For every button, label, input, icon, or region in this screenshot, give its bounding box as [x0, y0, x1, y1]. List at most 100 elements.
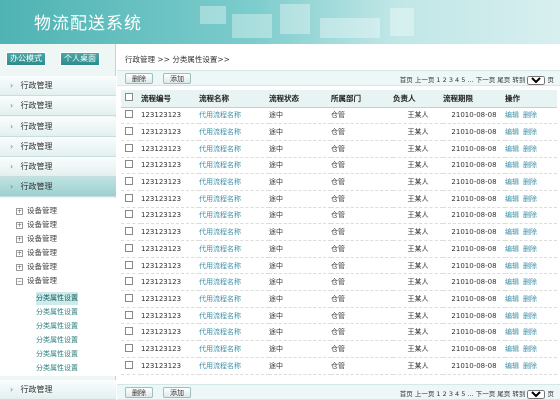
edit-link[interactable]: 编辑: [505, 245, 519, 253]
row-checkbox[interactable]: [125, 260, 133, 269]
flow-name-cell[interactable]: 代用流程名称: [199, 273, 269, 292]
row-checkbox[interactable]: [125, 327, 133, 336]
delete-link[interactable]: 删除: [523, 161, 537, 169]
delete-link[interactable]: 删除: [523, 345, 537, 353]
row-checkbox[interactable]: [125, 243, 133, 252]
table-row[interactable]: 123123123 代用流程名称 途中 仓管 王某人 21010-08-08 编辑 删除: [121, 140, 557, 158]
delete-link[interactable]: 删除: [523, 312, 537, 320]
row-checkbox[interactable]: [125, 177, 133, 186]
table-row[interactable]: 123123123 代用流程名称 途中 仓管 王某人 21010-08-08 编辑 删除: [121, 157, 557, 175]
expand-icon[interactable]: +: [16, 207, 23, 215]
tree-item-equipment[interactable]: + 设备管理: [16, 246, 57, 260]
row-checkbox[interactable]: [125, 193, 133, 202]
edit-link[interactable]: 编辑: [505, 328, 519, 336]
delete-link[interactable]: 删除: [523, 178, 537, 186]
table-row[interactable]: 123123123 代用流程名称 途中 仓管 王某人 21010-08-08 编辑 删除: [121, 340, 557, 358]
tree-item-equipment[interactable]: + 设备管理: [16, 232, 57, 246]
edit-link[interactable]: 编辑: [505, 362, 519, 370]
table-row[interactable]: 123123123 代用流程名称 途中 仓管 王某人 21010-08-08 编辑 删除: [121, 123, 557, 141]
pagination-links[interactable]: 首页 上一页 1 2 3 4 5 ... 下一页 尾页 转到: [400, 76, 526, 84]
sub-item-category-settings[interactable]: 分类属性设置: [36, 362, 78, 375]
flow-name-cell[interactable]: 代用流程名称: [199, 157, 269, 175]
delete-button[interactable]: 删除: [125, 73, 153, 84]
flow-name-cell[interactable]: 代用流程名称: [199, 190, 269, 208]
flow-name-cell[interactable]: 代用流程名称: [199, 123, 269, 141]
flow-name-cell[interactable]: 代用流程名称: [199, 223, 269, 241]
tree-item-equipment[interactable]: + 设备管理: [16, 204, 57, 218]
flow-name-cell[interactable]: 代用流程名称: [199, 257, 269, 275]
edit-link[interactable]: 编辑: [505, 345, 519, 353]
delete-link[interactable]: 删除: [523, 128, 537, 136]
tree-item-equipment[interactable]: − 设备管理: [16, 274, 57, 288]
add-button[interactable]: 添加: [163, 387, 191, 398]
row-checkbox[interactable]: [125, 110, 133, 119]
delete-link[interactable]: 删除: [523, 245, 537, 253]
tree-item-equipment[interactable]: + 设备管理: [16, 218, 57, 232]
page-select[interactable]: 1: [527, 76, 546, 85]
row-checkbox[interactable]: [125, 127, 133, 136]
delete-link[interactable]: 删除: [523, 111, 537, 119]
delete-link[interactable]: 删除: [523, 211, 537, 219]
edit-link[interactable]: 编辑: [505, 295, 519, 303]
flow-name-cell[interactable]: 代用流程名称: [199, 340, 269, 358]
row-checkbox[interactable]: [125, 343, 133, 352]
edit-link[interactable]: 编辑: [505, 111, 519, 119]
delete-link[interactable]: 删除: [523, 228, 537, 236]
edit-link[interactable]: 编辑: [505, 195, 519, 203]
sidebar-item-admin[interactable]: › 行政管理: [0, 157, 116, 177]
add-button[interactable]: 添加: [163, 73, 191, 84]
expand-icon[interactable]: +: [16, 249, 23, 257]
office-mode-button[interactable]: 办公模式: [6, 52, 46, 66]
row-checkbox[interactable]: [125, 293, 133, 302]
flow-name-cell[interactable]: 代用流程名称: [199, 290, 269, 308]
delete-link[interactable]: 删除: [523, 278, 537, 286]
edit-link[interactable]: 编辑: [505, 228, 519, 236]
delete-link[interactable]: 删除: [523, 195, 537, 203]
flow-name-cell[interactable]: 代用流程名称: [199, 323, 269, 342]
sidebar-item-admin[interactable]: › 行政管理: [0, 96, 116, 116]
row-checkbox[interactable]: [125, 310, 133, 319]
flow-name-cell[interactable]: 代用流程名称: [199, 207, 269, 225]
edit-link[interactable]: 编辑: [505, 128, 519, 136]
expand-icon[interactable]: +: [16, 235, 23, 243]
sub-item-category-settings[interactable]: 分类属性设置: [36, 348, 78, 361]
sub-item-category-settings[interactable]: 分类属性设置: [36, 292, 78, 305]
sidebar-item-admin-bottom[interactable]: › 行政管理: [0, 380, 116, 400]
table-row[interactable]: 123123123 代用流程名称 途中 仓管 王某人 21010-08-08 编辑 删除: [121, 290, 557, 308]
sub-item-category-settings[interactable]: 分类属性设置: [36, 320, 78, 333]
flow-name-cell[interactable]: 代用流程名称: [199, 307, 269, 325]
table-row[interactable]: 123123123 代用流程名称 途中 仓管 王某人 21010-08-08 编辑 删除: [121, 273, 557, 292]
flow-name-cell[interactable]: 代用流程名称: [199, 240, 269, 258]
row-checkbox[interactable]: [125, 360, 133, 369]
sidebar-item-admin[interactable]: › 行政管理: [0, 117, 116, 137]
expand-icon[interactable]: +: [16, 221, 23, 229]
row-checkbox[interactable]: [125, 143, 133, 152]
row-checkbox[interactable]: [125, 210, 133, 219]
table-row[interactable]: 123123123 代用流程名称 途中 仓管 王某人 21010-08-08 编辑 删除: [121, 307, 557, 325]
table-row[interactable]: 123123123 代用流程名称 途中 仓管 王某人 21010-08-08 编辑 删除: [121, 173, 557, 191]
flow-name-cell[interactable]: 代用流程名称: [199, 173, 269, 191]
edit-link[interactable]: 编辑: [505, 262, 519, 270]
table-row[interactable]: 123123123 代用流程名称 途中 仓管 王某人 21010-08-08 编辑 删除: [121, 323, 557, 342]
sidebar-item-admin[interactable]: › 行政管理: [0, 137, 116, 157]
edit-link[interactable]: 编辑: [505, 145, 519, 153]
pagination-links[interactable]: 首页 上一页 1 2 3 4 5 ... 下一页 尾页 转到: [400, 390, 526, 398]
select-all-checkbox[interactable]: [125, 93, 133, 102]
delete-link[interactable]: 删除: [523, 328, 537, 336]
sub-item-category-settings[interactable]: 分类属性设置: [36, 306, 78, 319]
table-row[interactable]: 123123123 代用流程名称 途中 仓管 王某人 21010-08-08 编辑 删除: [121, 357, 557, 375]
edit-link[interactable]: 编辑: [505, 161, 519, 169]
sidebar-item-admin[interactable]: › 行政管理: [0, 76, 116, 96]
expand-icon[interactable]: +: [16, 263, 23, 271]
row-checkbox[interactable]: [125, 227, 133, 236]
flow-name-cell[interactable]: 代用流程名称: [199, 107, 269, 125]
table-row[interactable]: 123123123 代用流程名称 途中 仓管 王某人 21010-08-08 编辑 删除: [121, 223, 557, 241]
table-row[interactable]: 123123123 代用流程名称 途中 仓管 王某人 21010-08-08 编辑 删除: [121, 107, 557, 125]
table-row[interactable]: 123123123 代用流程名称 途中 仓管 王某人 21010-08-08 编辑 删除: [121, 257, 557, 275]
sidebar-item-admin-active[interactable]: › 行政管理: [0, 177, 116, 197]
row-checkbox[interactable]: [125, 160, 133, 169]
collapse-icon[interactable]: −: [16, 277, 23, 285]
flow-name-cell[interactable]: 代用流程名称: [199, 357, 269, 375]
personal-desktop-button[interactable]: 个人桌面: [60, 52, 100, 66]
edit-link[interactable]: 编辑: [505, 211, 519, 219]
